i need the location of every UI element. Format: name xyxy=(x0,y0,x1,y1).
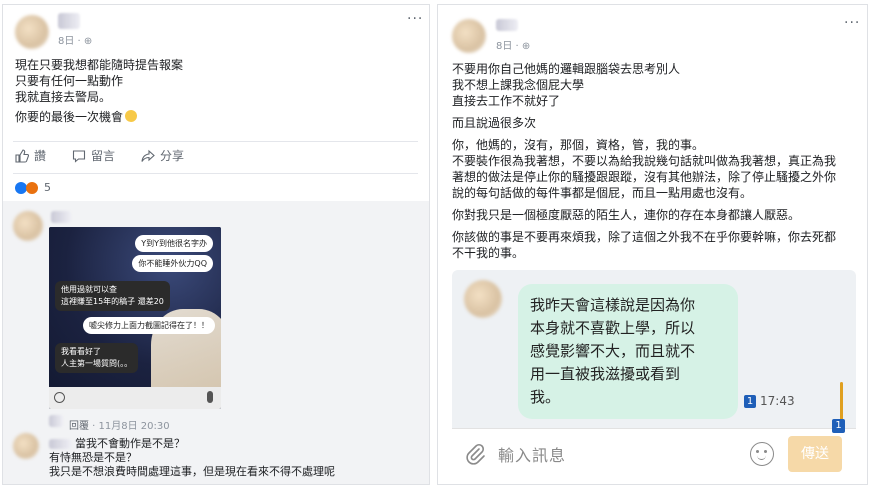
mic-icon xyxy=(207,391,213,403)
comment-body: 當我不會動作是不是？ 有恃無恐是不是？ 我只是不想浪費時間處理這事，但是現在看來… xyxy=(49,437,335,479)
message-input-bar: 輸入訊息 傳送 1 xyxy=(452,419,856,478)
post-line: 你，他媽的，沒有，那個，資格，管，我的事。 xyxy=(452,138,705,152)
outgoing-message-bubble: 我昨天會這樣說是因為你 本身就不喜歡上學，所以 感覺影響不大，而且就不 用一直被… xyxy=(518,284,738,419)
commenter-avatar[interactable] xyxy=(13,211,43,241)
message-line: 感覺影響不大，而且就不 xyxy=(530,342,696,360)
more-options-icon[interactable]: ··· xyxy=(844,15,860,31)
thumbs-up-icon xyxy=(15,148,29,163)
right-facebook-post: 8日 · ⊕ ··· 不要用你自己他媽的邏輯跟腦袋去思考別人 我不想上課我念個屁… xyxy=(437,4,868,485)
scroll-indicator[interactable] xyxy=(840,382,843,420)
message-line: 本身就不喜歡上學，所以 xyxy=(530,319,696,337)
like-button[interactable]: 讚 xyxy=(15,147,46,164)
chat-input-strip xyxy=(49,387,221,409)
chat-bubble-line: 人主第一場質問(。。 xyxy=(61,359,133,368)
post-date[interactable]: 8日 xyxy=(496,41,512,52)
post-line: 不要裝作很為我著想，不要以為給我說幾句話就叫做為我著想，真正為我 xyxy=(452,154,837,168)
comment-button[interactable]: 留言 xyxy=(72,147,115,164)
post-body: 不要用你自己他媽的邏輯跟腦袋去思考別人 我不想上課我念個屁大學 直接去工作不就好… xyxy=(452,61,836,261)
share-icon xyxy=(141,149,155,162)
comment-time[interactable]: 11月8日 20:30 xyxy=(99,421,170,432)
message-line: 用一直被我滋擾或看到 xyxy=(530,365,681,383)
chat-bubble: 噓尖修力上面力截圖記得在了！！ xyxy=(83,317,215,334)
more-options-icon[interactable]: ··· xyxy=(407,11,423,27)
author-name-blurred xyxy=(496,19,518,31)
comment-meta: 回覆 · 11月8日 20:30 xyxy=(69,421,170,432)
reply-avatar-blurred xyxy=(49,415,63,427)
globe-icon: ⊕ xyxy=(521,41,531,52)
post-line: 著想的做法是停止你的騷擾跟跟蹤，沒有其他辦法，除了停止騷擾之外你 xyxy=(452,170,837,184)
chat-bubble-line: 這裡賺至15年的稿子 還差20 xyxy=(61,297,164,306)
post-meta: 8日 · ⊕ xyxy=(496,41,531,52)
send-label: 傳送 xyxy=(801,446,829,462)
read-count-badge: 1 xyxy=(744,394,756,408)
action-bar: 讚 留言 分享 xyxy=(15,147,184,164)
author-avatar[interactable] xyxy=(15,15,49,49)
comment-icon xyxy=(72,149,86,163)
message-line: 我。 xyxy=(530,388,561,406)
divider xyxy=(13,141,418,142)
divider xyxy=(13,173,418,174)
reaction-count: 5 xyxy=(44,181,51,194)
chat-partner-avatar xyxy=(464,280,502,318)
smile-emoji-icon xyxy=(125,110,138,122)
reactions-summary[interactable]: 5 xyxy=(15,181,51,194)
comment-line: 當我不會動作是不是？ xyxy=(75,437,185,450)
post-line: 而且說過很多次 xyxy=(452,116,537,130)
emoji-icon[interactable] xyxy=(750,442,774,466)
chat-bubble: 我看看好了 人主第一場質問(。。 xyxy=(55,343,139,373)
emoji-eyes xyxy=(756,450,759,453)
camera-icon xyxy=(54,392,65,403)
chat-bubble-line: 我看看好了 xyxy=(61,347,101,356)
comment-line: 有恃無恐是不是？ xyxy=(49,451,137,464)
reply-link[interactable]: 回覆 xyxy=(69,421,89,432)
post-date[interactable]: 8日 xyxy=(58,36,74,47)
chat-bubble: 他用過就可以查 這裡賺至15年的稿子 還差20 xyxy=(55,281,170,311)
author-name-blurred xyxy=(58,13,80,29)
comment-image-chat-screenshot[interactable]: Y到Y到他很名字办 你不能睡外伙力QQ 他用過就可以查 這裡賺至15年的稿子 還… xyxy=(49,227,221,409)
post-line: 不要用你自己他媽的邏輯跟腦袋去思考別人 xyxy=(452,62,681,76)
send-button[interactable]: 傳送 xyxy=(788,436,842,472)
message-line: 我昨天會這樣說是因為你 xyxy=(530,296,696,314)
comment-label: 留言 xyxy=(91,149,116,163)
chat-bubble: 你不能睡外伙力QQ xyxy=(132,255,213,272)
post-line: 只要有任何一點動作 xyxy=(15,74,124,88)
message-time: 17:43 xyxy=(760,394,795,408)
post-line: 不干我的事。 xyxy=(452,246,525,260)
globe-icon: ⊕ xyxy=(83,36,93,47)
chat-bubble-line: 他用過就可以查 xyxy=(61,285,117,294)
post-line: 你對我只是一個極度厭惡的陌生人，連你的存在本身都讓人厭惡。 xyxy=(452,208,801,222)
post-body: 現在只要我想都能隨時提告報案 只要有任何一點動作 我就直接去警局。 你要的最後一… xyxy=(15,57,183,125)
line-chat-screenshot[interactable]: 我昨天會這樣說是因為你 本身就不喜歡上學，所以 感覺影響不大，而且就不 用一直被… xyxy=(452,270,856,478)
post-meta: 8日 · ⊕ xyxy=(58,36,93,47)
post-line: 你該做的事是不要再來煩我，除了這個之外我不在乎你要幹嘛，你去死都 xyxy=(452,230,837,244)
post-line: 直接去工作不就好了 xyxy=(452,94,561,108)
share-label: 分享 xyxy=(160,149,185,163)
read-receipt: 1 17:43 xyxy=(744,394,795,408)
post-line: 說的每句話做的每件事都是個屁，而且一點用處也沒有。 xyxy=(452,186,753,200)
post-line: 現在只要我想都能隨時提告報案 xyxy=(15,58,184,72)
paperclip-icon[interactable] xyxy=(464,443,486,465)
commenter-name-blurred xyxy=(51,211,71,223)
chat-bubble: Y到Y到他很名字办 xyxy=(135,235,213,252)
post-line: 我就直接去警局。 xyxy=(15,90,112,104)
post-line: 你要的最後一次機會 xyxy=(15,110,124,124)
send-badge: 1 xyxy=(832,419,845,433)
message-input[interactable]: 輸入訊息 xyxy=(498,442,566,466)
comment-line: 我只是不想浪費時間處理這事，但是現在看來不得不處理呢 xyxy=(49,465,335,478)
commenter-avatar[interactable] xyxy=(13,433,39,459)
emoji-mouth xyxy=(757,455,766,460)
author-avatar[interactable] xyxy=(452,19,486,53)
like-label: 讚 xyxy=(34,149,47,163)
share-button[interactable]: 分享 xyxy=(141,147,184,164)
left-facebook-post: 8日 · ⊕ ··· 現在只要我想都能隨時提告報案 只要有任何一點動作 我就直接… xyxy=(2,4,430,485)
angry-reaction-icon xyxy=(26,181,38,194)
post-line: 我不想上課我念個屁大學 xyxy=(452,78,585,92)
